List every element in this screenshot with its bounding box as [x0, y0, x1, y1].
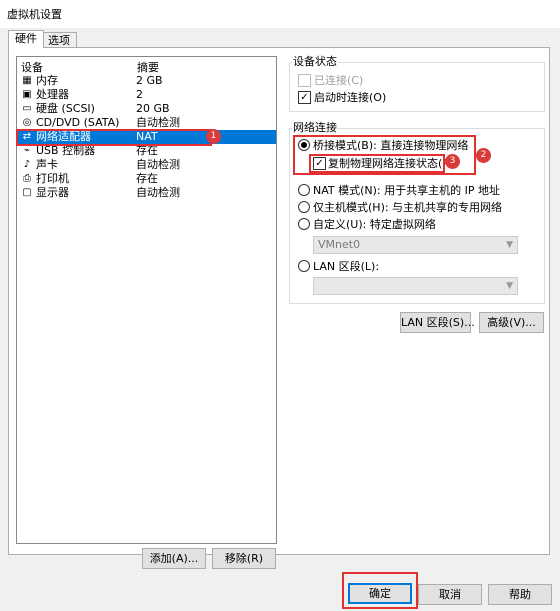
device-row-printer[interactable]: ⎙ 打印机 存在	[17, 172, 276, 186]
device-name: 内存	[36, 74, 58, 87]
device-summary: 2 GB	[136, 74, 163, 87]
sound-card-icon: ♪	[23, 159, 31, 170]
tab-hardware[interactable]: 硬件	[8, 30, 44, 48]
lan-segments-button[interactable]: LAN 区段(S)...	[400, 312, 475, 333]
display-icon: ▢	[22, 187, 32, 198]
device-name: 处理器	[36, 88, 69, 101]
hard-disk-icon: ▭	[22, 103, 32, 114]
printer-icon: ⎙	[23, 173, 31, 184]
tab-options[interactable]: 选项	[41, 32, 77, 48]
column-header-summary[interactable]: 摘要	[137, 59, 159, 75]
host-only-radio[interactable]	[298, 201, 310, 213]
device-row-memory[interactable]: ▦ 内存 2 GB	[17, 74, 276, 88]
device-summary: 存在	[136, 144, 158, 157]
annotation-badge-3: 3	[445, 154, 460, 169]
help-button[interactable]: 帮助	[488, 584, 552, 605]
device-status-title: 设备状态	[292, 55, 338, 68]
lan-segment-select[interactable]: ▼	[313, 277, 518, 295]
annotation-badge-2: 2	[476, 148, 491, 163]
device-summary: 20 GB	[136, 102, 170, 115]
cancel-button[interactable]: 取消	[418, 584, 482, 605]
device-name: USB 控制器	[36, 144, 96, 157]
chevron-down-icon: ▼	[506, 240, 513, 250]
custom-radio[interactable]	[298, 218, 310, 230]
chevron-down-icon: ▼	[506, 281, 513, 291]
device-summary: 自动检测	[136, 158, 180, 171]
usb-icon: ⌁	[23, 145, 31, 156]
cpu-icon: ▣	[22, 89, 32, 100]
device-name: 硬盘 (SCSI)	[36, 102, 95, 115]
device-name: 声卡	[36, 158, 58, 171]
device-summary: 存在	[136, 172, 158, 185]
connect-at-power-on-checkbox[interactable]: ✓	[298, 91, 311, 104]
column-header-device[interactable]: 设备	[21, 59, 43, 75]
lan-segment-radio[interactable]	[298, 260, 310, 272]
device-summary: 自动检测	[136, 186, 180, 199]
device-name: CD/DVD (SATA)	[36, 116, 120, 129]
nat-label: NAT 模式(N): 用于共享主机的 IP 地址	[313, 184, 500, 197]
annotation-badge-1: 1	[206, 129, 221, 144]
host-only-label: 仅主机模式(H): 与主机共享的专用网络	[313, 201, 503, 214]
memory-icon: ▦	[22, 75, 32, 86]
device-row-display[interactable]: ▢ 显示器 自动检测	[17, 186, 276, 200]
custom-network-select[interactable]: VMnet0 ▼	[313, 236, 518, 254]
device-row-usb[interactable]: ⌁ USB 控制器 存在	[17, 144, 276, 158]
device-status-group	[289, 62, 545, 112]
device-row-processor[interactable]: ▣ 处理器 2	[17, 88, 276, 102]
network-connection-title: 网络连接	[292, 121, 338, 134]
title-bar	[0, 0, 560, 28]
lan-segment-label: LAN 区段(L):	[313, 260, 380, 273]
device-name: 打印机	[36, 172, 69, 185]
connect-at-power-on-label: 启动时连接(O)	[314, 91, 387, 104]
annotation-highlight-3	[309, 154, 445, 173]
device-name: 显示器	[36, 186, 69, 199]
annotation-highlight-ok	[342, 572, 418, 609]
nat-radio[interactable]	[298, 184, 310, 196]
connected-label: 已连接(C)	[314, 74, 364, 87]
custom-label: 自定义(U): 特定虚拟网络	[313, 218, 436, 231]
custom-network-value: VMnet0	[318, 238, 361, 251]
remove-device-button[interactable]: 移除(R)	[212, 548, 276, 569]
annotation-highlight-1	[16, 129, 212, 146]
cd-dvd-icon: ◎	[22, 117, 32, 128]
window-title: 虚拟机设置	[7, 8, 62, 21]
connected-checkbox[interactable]	[298, 74, 311, 87]
device-row-sound-card[interactable]: ♪ 声卡 自动检测	[17, 158, 276, 172]
add-device-button[interactable]: 添加(A)...	[142, 548, 206, 569]
device-row-cd-dvd[interactable]: ◎ CD/DVD (SATA) 自动检测	[17, 116, 276, 130]
device-row-hard-disk[interactable]: ▭ 硬盘 (SCSI) 20 GB	[17, 102, 276, 116]
device-summary: 2	[136, 88, 143, 101]
advanced-button[interactable]: 高级(V)...	[479, 312, 544, 333]
device-summary: 自动检测	[136, 116, 180, 129]
